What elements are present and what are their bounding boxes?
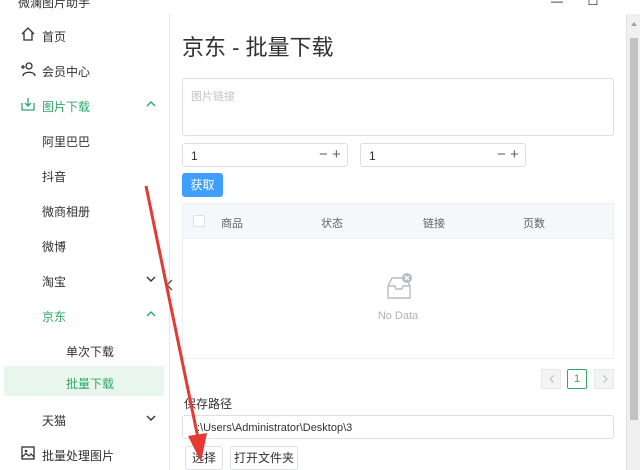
save-path-label: 保存路径 — [184, 397, 233, 411]
sidebar-item-home[interactable]: 首页 — [0, 17, 170, 51]
chevron-down-icon — [146, 276, 156, 282]
image-icon — [21, 446, 35, 460]
scrollbar-thumb[interactable] — [630, 38, 638, 420]
sidebar-item-label: 图片下载 — [42, 100, 91, 114]
column-header-status: 状态 — [321, 218, 343, 230]
column-header-link: 链接 — [423, 218, 445, 230]
chevron-up-icon — [146, 311, 156, 317]
sidebar-item-douyin[interactable]: 抖音 — [0, 157, 170, 191]
decrement-button[interactable]: − — [319, 146, 328, 163]
select-folder-button[interactable]: 选择 — [185, 446, 223, 470]
sidebar-item-taobao[interactable]: 淘宝 — [0, 262, 170, 296]
vertical-scrollbar[interactable] — [626, 14, 640, 470]
select-all-checkbox[interactable] — [193, 215, 205, 227]
column-header-pages: 页数 — [523, 218, 545, 230]
home-icon — [21, 27, 35, 41]
sidebar-item-label: 批量下载 — [66, 377, 115, 391]
sidebar-item-label: 淘宝 — [42, 275, 67, 289]
save-path-input[interactable]: :\Users\Administrator\Desktop\3 — [182, 415, 614, 439]
chevron-down-icon — [146, 415, 156, 421]
sidebar-item-batch-download[interactable]: 批量下载 — [4, 366, 164, 396]
sidebar: 首页 会员中心 图片下载 阿里巴巴 抖音 微商相册 微博 淘宝 京东 单次下载 … — [0, 14, 173, 470]
sidebar-item-label: 微商相册 — [42, 205, 91, 219]
title-bar: 微澜图片助手 — ☐ — [0, 0, 640, 14]
image-link-textarea[interactable]: 图片链接 — [182, 78, 614, 136]
sidebar-item-label: 抖音 — [42, 170, 67, 184]
increment-button[interactable]: + — [332, 146, 341, 163]
pagination-page-1[interactable]: 1 — [567, 369, 587, 389]
sidebar-item-label: 首页 — [42, 30, 67, 44]
pagination-next-button[interactable] — [594, 369, 614, 389]
empty-box-icon — [387, 273, 412, 299]
minimize-button[interactable]: — — [548, 0, 566, 8]
image-link-placeholder: 图片链接 — [191, 91, 235, 103]
sidebar-item-label: 京东 — [42, 310, 67, 324]
download-icon — [21, 98, 35, 111]
sidebar-item-label: 天猫 — [42, 414, 67, 428]
sidebar-item-image-download[interactable]: 图片下载 — [0, 87, 170, 121]
scroll-up-icon[interactable] — [630, 20, 638, 28]
open-folder-button[interactable]: 打开文件夹 — [230, 446, 298, 470]
save-path-value[interactable]: :\Users\Administrator\Desktop\3 — [197, 422, 352, 434]
results-table: 商品 状态 链接 页数 No Data — [182, 203, 614, 359]
sidebar-item-weishang-album[interactable]: 微商相册 — [0, 192, 170, 226]
chevron-right-icon — [603, 375, 608, 383]
sidebar-item-label: 会员中心 — [42, 65, 91, 79]
table-header: 商品 状态 链接 页数 — [183, 204, 613, 239]
sidebar-item-membership[interactable]: 会员中心 — [0, 52, 170, 86]
pagination-prev-button[interactable] — [541, 369, 561, 389]
sidebar-item-label: 微博 — [42, 240, 67, 254]
chevron-left-icon — [549, 375, 554, 383]
stepper-value[interactable]: 1 — [369, 149, 376, 163]
maximize-button[interactable]: ☐ — [584, 0, 602, 8]
app-window: 微澜图片助手 — ☐ 首页 会员中心 图片下载 阿里巴巴 抖音 微商相册 微博 — [0, 0, 640, 470]
quantity-stepper-start[interactable]: 1 − + — [182, 143, 348, 167]
page-title: 京东 - 批量下载 — [182, 35, 334, 60]
column-header-product: 商品 — [221, 218, 243, 230]
user-add-icon — [21, 62, 36, 77]
decrement-button[interactable]: − — [497, 146, 506, 163]
increment-button[interactable]: + — [510, 146, 519, 163]
sidebar-item-label: 阿里巴巴 — [42, 135, 91, 149]
empty-state-text: No Data — [377, 310, 419, 322]
quantity-stepper-end[interactable]: 1 − + — [360, 143, 526, 167]
window-title: 微澜图片助手 — [18, 0, 91, 10]
sidebar-item-weibo[interactable]: 微博 — [0, 227, 170, 261]
chevron-up-icon — [146, 101, 156, 107]
sidebar-item-jd[interactable]: 京东 — [0, 297, 170, 331]
sidebar-item-batch-image-process[interactable]: 批量处理图片 — [0, 436, 170, 470]
sidebar-item-tmall[interactable]: 天猫 — [0, 401, 170, 435]
sidebar-item-label: 单次下载 — [66, 345, 115, 359]
stepper-value[interactable]: 1 — [191, 149, 198, 163]
main-content: 京东 - 批量下载 图片链接 1 − + 1 − + 获取 商品 状态 链接 页… — [170, 14, 626, 470]
sidebar-item-single-download[interactable]: 单次下载 — [0, 332, 170, 366]
sidebar-item-alibaba[interactable]: 阿里巴巴 — [0, 122, 170, 156]
fetch-button[interactable]: 获取 — [182, 173, 223, 197]
sidebar-item-label: 批量处理图片 — [42, 449, 115, 463]
